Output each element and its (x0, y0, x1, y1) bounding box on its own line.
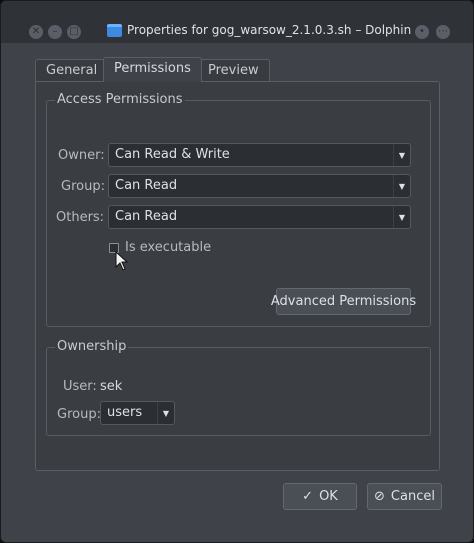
owner-group-combo[interactable]: users ▼ (100, 401, 175, 425)
chevron-down-icon: ▼ (393, 175, 410, 197)
access-permissions-title: Access Permissions (55, 92, 185, 107)
ownership-group: Ownership User: sek Group: users ▼ (46, 339, 431, 436)
maximize-icon[interactable]: □ (67, 25, 81, 39)
tab-permissions[interactable]: Permissions (103, 57, 202, 82)
close-icon[interactable]: ✕ (29, 25, 43, 39)
properties-dialog: ✕ – □ Properties for gog_warsow_2.1.0.3.… (0, 0, 474, 543)
chevron-down-icon: ▼ (393, 144, 410, 166)
user-label: User: (63, 379, 97, 394)
group-combo[interactable]: Can Read ▼ (108, 174, 411, 198)
chevron-down-icon: ▼ (393, 206, 410, 228)
cancel-button[interactable]: ⊘ Cancel (367, 483, 442, 510)
permissions-panel: Access Permissions Owner: Can Read & Wri… (35, 81, 440, 471)
minimize-icon[interactable]: – (48, 25, 62, 39)
owner-combo[interactable]: Can Read & Write ▼ (108, 143, 411, 167)
others-combo[interactable]: Can Read ▼ (108, 205, 411, 229)
user-value: sek (100, 379, 123, 394)
keep-above-icon[interactable]: • (415, 25, 429, 39)
tab-preview[interactable]: Preview (197, 59, 270, 81)
menu-icon[interactable]: ⋯ (436, 25, 450, 39)
group-perm-label: Group: (61, 179, 105, 194)
others-label: Others: (56, 210, 105, 225)
owner-group-label: Group: (57, 407, 101, 422)
ok-button[interactable]: ✓ OK (283, 483, 357, 510)
title-bar[interactable]: ✕ – □ Properties for gog_warsow_2.1.0.3.… (1, 1, 473, 43)
advanced-permissions-button[interactable]: Advanced Permissions (271, 288, 416, 315)
executable-label: Is executable (125, 240, 212, 255)
access-permissions-group: Access Permissions Owner: Can Read & Wri… (46, 92, 431, 327)
folder-icon (107, 24, 122, 37)
owner-label: Owner: (58, 148, 105, 163)
tab-general[interactable]: General (35, 59, 109, 81)
chevron-down-icon: ▼ (157, 402, 174, 424)
checkmark-icon: ✓ (302, 489, 314, 504)
ownership-title: Ownership (55, 339, 129, 354)
mouse-cursor-icon (115, 251, 129, 271)
window-title: Properties for gog_warsow_2.1.0.3.sh – D… (127, 23, 412, 37)
cancel-icon: ⊘ (374, 489, 385, 504)
